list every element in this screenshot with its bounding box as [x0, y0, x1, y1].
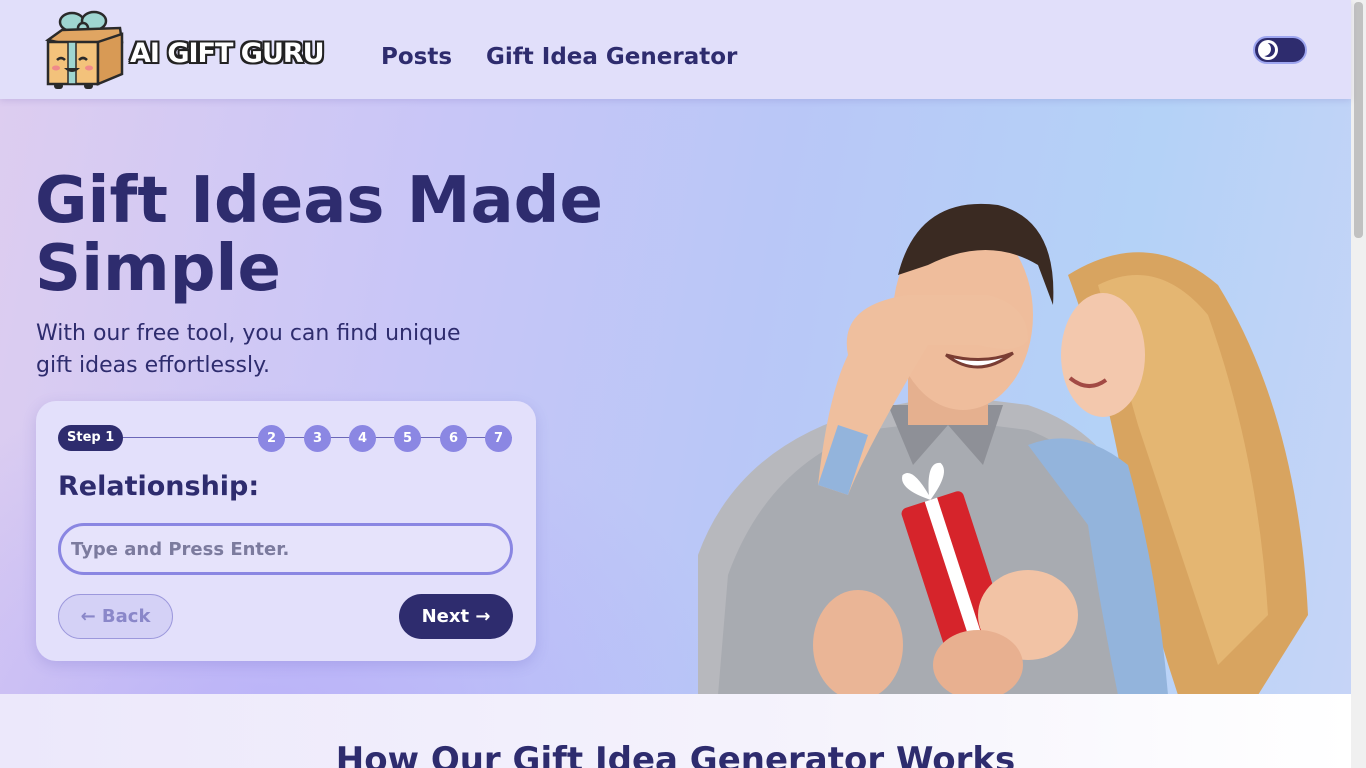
step-7[interactable]: 7 [485, 425, 512, 452]
moon-icon [1261, 43, 1275, 57]
page-scrollbar[interactable] [1351, 0, 1366, 768]
logo-text[interactable]: AI GIFT GURU [130, 38, 325, 69]
step-active-badge[interactable]: Step 1 [58, 425, 124, 451]
step-2[interactable]: 2 [258, 425, 285, 452]
nav-gift-idea-generator[interactable]: Gift Idea Generator [486, 44, 737, 70]
scrollbar-thumb[interactable] [1354, 2, 1363, 238]
hero-section: Gift Ideas Made Simple With our free too… [0, 99, 1351, 694]
hero-title: Gift Ideas Made Simple [35, 164, 603, 306]
relationship-input[interactable] [58, 523, 513, 575]
step-6[interactable]: 6 [440, 425, 467, 452]
step-3[interactable]: 3 [304, 425, 331, 452]
site-header: AI GIFT GURU Posts Gift Idea Generator [0, 0, 1351, 99]
step-4[interactable]: 4 [349, 425, 376, 452]
back-button[interactable]: ← Back [58, 594, 173, 639]
theme-toggle[interactable] [1253, 36, 1307, 64]
section-title: How Our Gift Idea Generator Works [335, 740, 1016, 768]
gift-box-logo-icon[interactable] [44, 8, 124, 90]
question-label: Relationship: [58, 471, 260, 502]
next-button[interactable]: Next → [399, 594, 513, 639]
nav-posts[interactable]: Posts [381, 44, 452, 70]
couple-gift-photo [698, 203, 1308, 694]
step-5[interactable]: 5 [394, 425, 421, 452]
gift-form-card: Step 1 2 3 4 5 6 7 Relationship: ← Back … [36, 401, 536, 661]
hero-subtitle: With our free tool, you can find unique … [36, 321, 461, 378]
